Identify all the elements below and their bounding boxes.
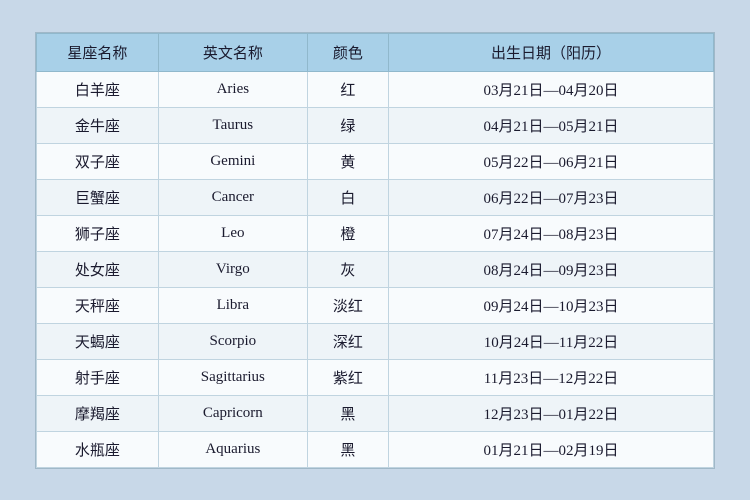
header-chinese: 星座名称 [37, 33, 159, 71]
cell-english: Cancer [158, 179, 307, 215]
cell-color: 紫红 [307, 359, 388, 395]
table-row: 射手座Sagittarius紫红11月23日—12月22日 [37, 359, 714, 395]
cell-color: 深红 [307, 323, 388, 359]
cell-chinese: 处女座 [37, 251, 159, 287]
header-english: 英文名称 [158, 33, 307, 71]
table-header-row: 星座名称 英文名称 颜色 出生日期（阳历） [37, 33, 714, 71]
cell-date: 11月23日—12月22日 [389, 359, 714, 395]
table-row: 白羊座Aries红03月21日—04月20日 [37, 71, 714, 107]
cell-english: Sagittarius [158, 359, 307, 395]
cell-color: 绿 [307, 107, 388, 143]
cell-english: Libra [158, 287, 307, 323]
cell-chinese: 水瓶座 [37, 431, 159, 467]
cell-color: 灰 [307, 251, 388, 287]
table-row: 摩羯座Capricorn黑12月23日—01月22日 [37, 395, 714, 431]
cell-date: 05月22日—06月21日 [389, 143, 714, 179]
cell-english: Virgo [158, 251, 307, 287]
cell-english: Capricorn [158, 395, 307, 431]
table-row: 狮子座Leo橙07月24日—08月23日 [37, 215, 714, 251]
cell-date: 01月21日—02月19日 [389, 431, 714, 467]
table-row: 天秤座Libra淡红09月24日—10月23日 [37, 287, 714, 323]
table-row: 巨蟹座Cancer白06月22日—07月23日 [37, 179, 714, 215]
cell-color: 黄 [307, 143, 388, 179]
cell-color: 淡红 [307, 287, 388, 323]
table-row: 处女座Virgo灰08月24日—09月23日 [37, 251, 714, 287]
cell-date: 12月23日—01月22日 [389, 395, 714, 431]
table-row: 天蝎座Scorpio深红10月24日—11月22日 [37, 323, 714, 359]
cell-color: 黑 [307, 395, 388, 431]
cell-date: 04月21日—05月21日 [389, 107, 714, 143]
header-color: 颜色 [307, 33, 388, 71]
cell-english: Scorpio [158, 323, 307, 359]
table-row: 水瓶座Aquarius黑01月21日—02月19日 [37, 431, 714, 467]
header-date: 出生日期（阳历） [389, 33, 714, 71]
table-body: 白羊座Aries红03月21日—04月20日金牛座Taurus绿04月21日—0… [37, 71, 714, 467]
cell-chinese: 白羊座 [37, 71, 159, 107]
cell-date: 06月22日—07月23日 [389, 179, 714, 215]
cell-english: Taurus [158, 107, 307, 143]
cell-chinese: 天秤座 [37, 287, 159, 323]
cell-date: 09月24日—10月23日 [389, 287, 714, 323]
cell-chinese: 巨蟹座 [37, 179, 159, 215]
cell-date: 07月24日—08月23日 [389, 215, 714, 251]
cell-date: 10月24日—11月22日 [389, 323, 714, 359]
cell-chinese: 射手座 [37, 359, 159, 395]
cell-chinese: 天蝎座 [37, 323, 159, 359]
cell-color: 黑 [307, 431, 388, 467]
cell-color: 橙 [307, 215, 388, 251]
cell-color: 白 [307, 179, 388, 215]
cell-color: 红 [307, 71, 388, 107]
cell-chinese: 摩羯座 [37, 395, 159, 431]
cell-english: Aquarius [158, 431, 307, 467]
zodiac-table-container: 星座名称 英文名称 颜色 出生日期（阳历） 白羊座Aries红03月21日—04… [35, 32, 715, 469]
cell-date: 03月21日—04月20日 [389, 71, 714, 107]
table-row: 双子座Gemini黄05月22日—06月21日 [37, 143, 714, 179]
cell-chinese: 双子座 [37, 143, 159, 179]
cell-chinese: 金牛座 [37, 107, 159, 143]
cell-english: Leo [158, 215, 307, 251]
table-row: 金牛座Taurus绿04月21日—05月21日 [37, 107, 714, 143]
cell-date: 08月24日—09月23日 [389, 251, 714, 287]
cell-english: Aries [158, 71, 307, 107]
cell-english: Gemini [158, 143, 307, 179]
cell-chinese: 狮子座 [37, 215, 159, 251]
zodiac-table: 星座名称 英文名称 颜色 出生日期（阳历） 白羊座Aries红03月21日—04… [36, 33, 714, 468]
